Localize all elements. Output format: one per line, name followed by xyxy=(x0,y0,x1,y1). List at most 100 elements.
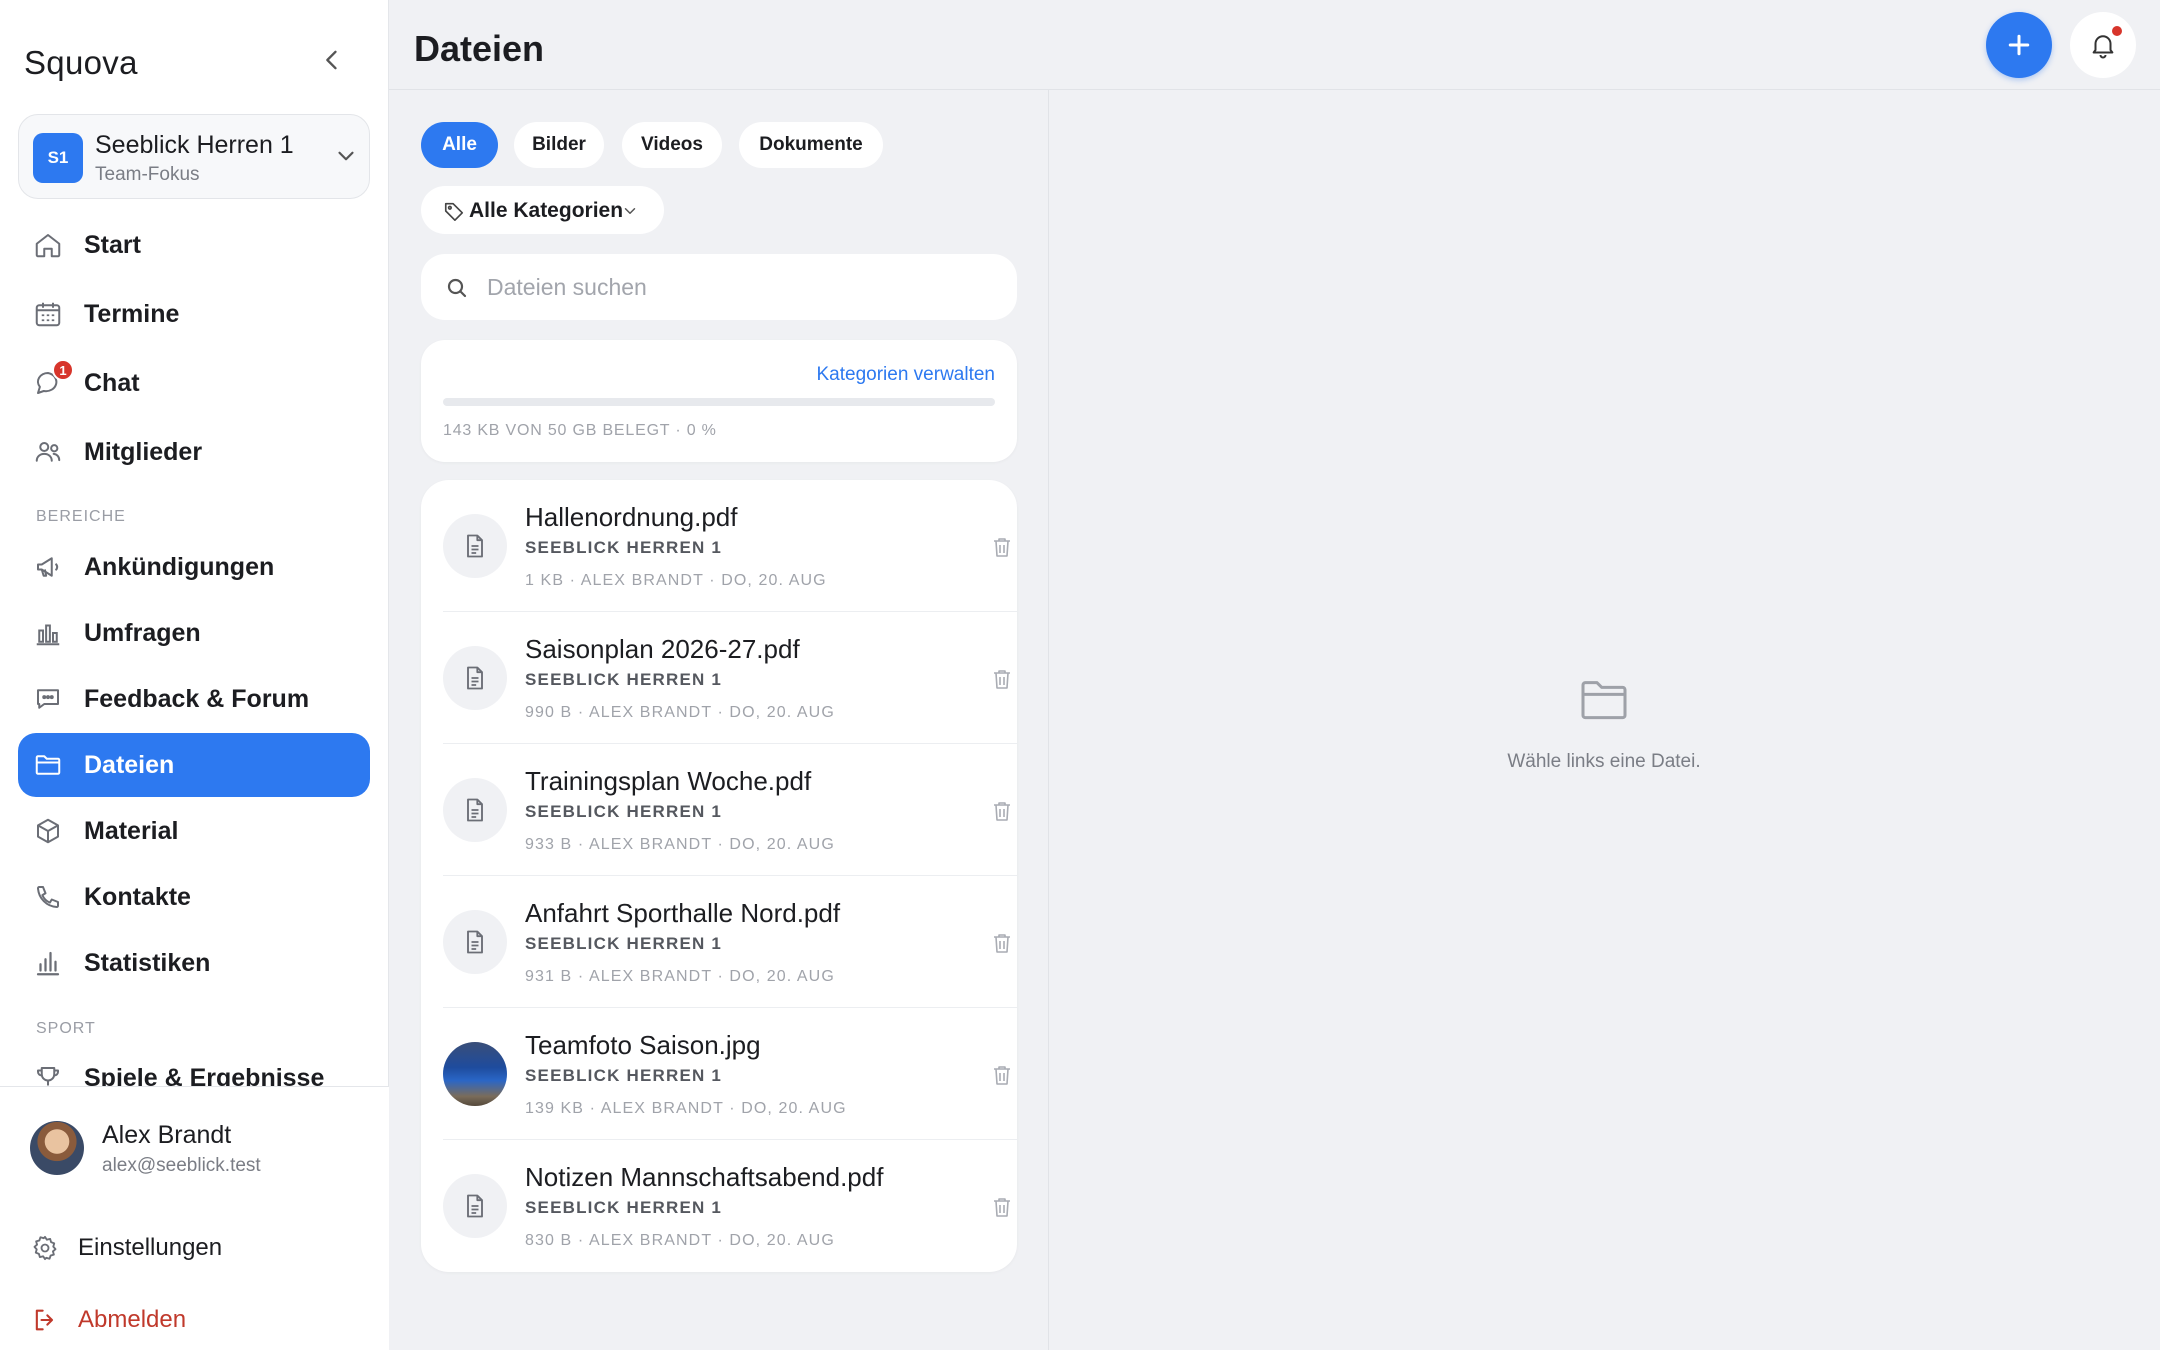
team-name: Seeblick Herren 1 xyxy=(95,131,294,159)
file-meta: 1 KB · ALEX BRANDT · DO, 20. AUG xyxy=(525,572,827,589)
home-icon xyxy=(32,229,64,261)
empty-state-text: Wähle links eine Datei. xyxy=(1507,751,1701,772)
file-team: SEEBLICK HERREN 1 xyxy=(525,1198,723,1217)
search-icon xyxy=(445,276,469,300)
nav-item-dateien[interactable]: Dateien xyxy=(18,733,370,797)
nav-label: Chat xyxy=(84,369,140,397)
nav-item-mitglieder[interactable]: Mitglieder xyxy=(18,420,370,484)
settings-link[interactable]: Einstellungen xyxy=(30,1228,222,1268)
filter-chip-videos[interactable]: Videos xyxy=(622,122,722,168)
storage-info: 143 KB VON 50 GB BELEGT · 0 % xyxy=(443,422,717,439)
nav-label: Umfragen xyxy=(84,619,201,647)
file-row[interactable]: Notizen Mannschaftsabend.pdf SEEBLICK HE… xyxy=(443,1140,1017,1272)
collapse-sidebar-icon[interactable] xyxy=(316,44,348,76)
image-thumbnail xyxy=(443,1042,507,1106)
plus-icon xyxy=(2004,30,2034,60)
file-name: Teamfoto Saison.jpg xyxy=(525,1030,761,1060)
manage-categories-link[interactable]: Kategorien verwalten xyxy=(817,364,996,386)
sidebar-footer: Alex Brandt alex@seeblick.test Einstellu… xyxy=(0,1086,389,1350)
open-folder-icon xyxy=(1576,671,1632,727)
nav-item-chat[interactable]: 1 Chat xyxy=(18,351,370,415)
trash-icon[interactable] xyxy=(987,1192,1017,1222)
file-team: SEEBLICK HERREN 1 xyxy=(525,934,723,953)
chevron-down-icon xyxy=(333,143,359,169)
filter-chip-alle[interactable]: Alle xyxy=(421,122,498,168)
user-name: Alex Brandt xyxy=(102,1121,232,1149)
file-row[interactable]: Trainingsplan Woche.pdf SEEBLICK HERREN … xyxy=(443,744,1017,876)
logout-icon xyxy=(30,1305,60,1335)
document-icon xyxy=(443,514,507,578)
nav-item-termine[interactable]: Termine xyxy=(18,282,370,346)
section-label-sport: SPORT xyxy=(36,1020,96,1037)
filter-chip-bilder[interactable]: Bilder xyxy=(514,122,604,168)
tag-icon xyxy=(443,200,465,222)
notification-dot xyxy=(2112,26,2122,36)
file-meta: 139 KB · ALEX BRANDT · DO, 20. AUG xyxy=(525,1100,847,1117)
nav-label: Mitglieder xyxy=(84,438,203,466)
file-meta: 931 B · ALEX BRANDT · DO, 20. AUG xyxy=(525,968,835,985)
poll-chart-icon xyxy=(32,617,64,649)
nav-item-kontakte[interactable]: Kontakte xyxy=(18,865,370,929)
nav-item-material[interactable]: Material xyxy=(18,799,370,863)
trash-icon[interactable] xyxy=(987,664,1017,694)
file-name: Trainingsplan Woche.pdf xyxy=(525,766,812,796)
nav-label: Kontakte xyxy=(84,883,191,911)
megaphone-icon xyxy=(32,551,64,583)
nav-item-start[interactable]: Start xyxy=(18,213,370,277)
file-name: Saisonplan 2026-27.pdf xyxy=(525,634,800,664)
document-icon xyxy=(443,910,507,974)
file-row[interactable]: Teamfoto Saison.jpg SEEBLICK HERREN 1 13… xyxy=(443,1008,1017,1140)
search-input[interactable] xyxy=(487,268,987,306)
file-row[interactable]: Hallenordnung.pdf SEEBLICK HERREN 1 1 KB… xyxy=(443,480,1017,612)
section-label-bereiche: BEREICHE xyxy=(36,508,126,525)
nav-label: Statistiken xyxy=(84,949,211,977)
nav-item-statistiken[interactable]: Statistiken xyxy=(18,931,370,995)
search-box xyxy=(421,254,1017,320)
notifications-button[interactable] xyxy=(2070,12,2136,78)
file-row[interactable]: Saisonplan 2026-27.pdf SEEBLICK HERREN 1… xyxy=(443,612,1017,744)
document-icon xyxy=(443,646,507,710)
document-icon xyxy=(443,778,507,842)
nav-label: Dateien xyxy=(84,751,175,779)
file-team: SEEBLICK HERREN 1 xyxy=(525,538,723,557)
nav-label: Start xyxy=(84,231,141,259)
nav-item-ankuendigungen[interactable]: Ankündigungen xyxy=(18,535,370,599)
document-icon xyxy=(443,1174,507,1238)
user-avatar[interactable] xyxy=(30,1121,84,1175)
file-team: SEEBLICK HERREN 1 xyxy=(525,670,723,689)
nav-label: Termine xyxy=(84,300,180,328)
page-title: Dateien xyxy=(414,28,545,69)
settings-label: Einstellungen xyxy=(78,1234,223,1261)
stats-icon xyxy=(32,947,64,979)
file-name: Anfahrt Sporthalle Nord.pdf xyxy=(525,898,841,928)
trash-icon[interactable] xyxy=(987,1060,1017,1090)
file-name: Hallenordnung.pdf xyxy=(525,502,738,532)
logout-link[interactable]: Abmelden xyxy=(30,1300,186,1340)
nav-item-feedback-forum[interactable]: Feedback & Forum xyxy=(18,667,370,731)
file-row[interactable]: Anfahrt Sporthalle Nord.pdf SEEBLICK HER… xyxy=(443,876,1017,1008)
user-email: alex@seeblick.test xyxy=(102,1155,261,1176)
file-team: SEEBLICK HERREN 1 xyxy=(525,1066,723,1085)
chat-unread-badge: 1 xyxy=(52,359,74,381)
filter-chip-dokumente[interactable]: Dokumente xyxy=(739,122,883,168)
add-button[interactable] xyxy=(1986,12,2052,78)
phone-icon xyxy=(32,881,64,913)
file-list: Hallenordnung.pdf SEEBLICK HERREN 1 1 KB… xyxy=(421,480,1017,1272)
file-meta: 990 B · ALEX BRANDT · DO, 20. AUG xyxy=(525,704,835,721)
trash-icon[interactable] xyxy=(987,796,1017,826)
category-label: Alle Kategorien xyxy=(469,199,624,222)
team-switcher[interactable]: S1 Seeblick Herren 1 Team-Fokus xyxy=(18,114,370,199)
brand-logo: Squova xyxy=(24,44,138,81)
members-icon xyxy=(32,436,64,468)
forum-icon xyxy=(32,683,64,715)
nav-label: Ankündigungen xyxy=(84,553,275,581)
box-icon xyxy=(32,815,64,847)
trash-icon[interactable] xyxy=(987,928,1017,958)
nav-item-umfragen[interactable]: Umfragen xyxy=(18,601,370,665)
file-name: Notizen Mannschaftsabend.pdf xyxy=(525,1162,884,1192)
file-meta: 830 B · ALEX BRANDT · DO, 20. AUG xyxy=(525,1232,835,1249)
gear-icon xyxy=(30,1233,60,1263)
trash-icon[interactable] xyxy=(987,532,1017,562)
sidebar: Squova S1 Seeblick Herren 1 Team-Fokus S… xyxy=(0,0,389,1350)
category-dropdown[interactable]: Alle Kategorien xyxy=(421,186,664,234)
